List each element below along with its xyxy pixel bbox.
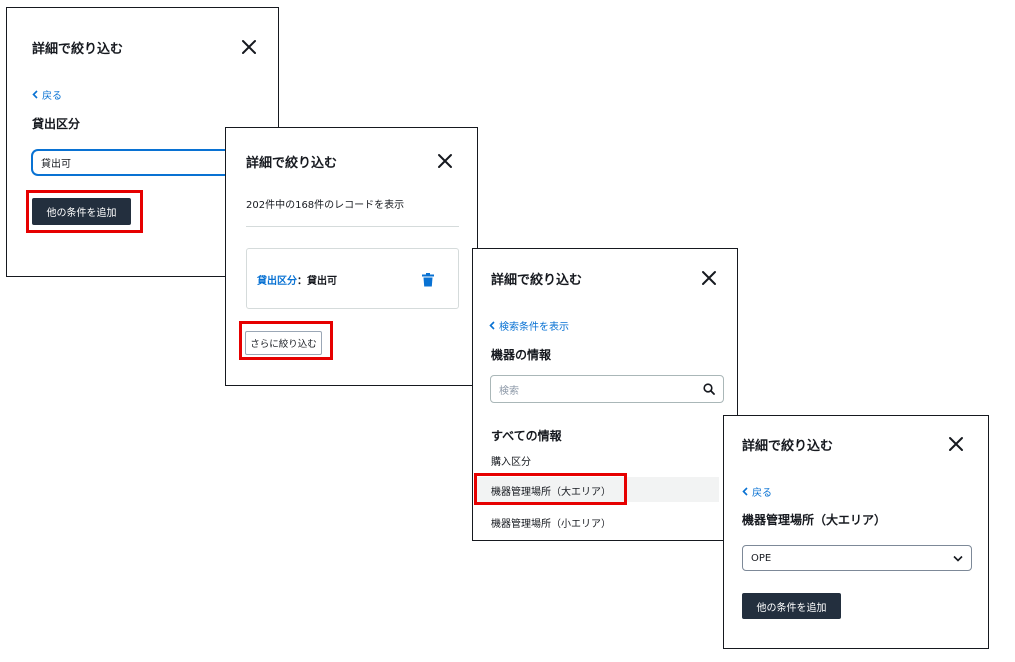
refine-further-button[interactable]: さらに絞り込む bbox=[245, 331, 322, 355]
list-item[interactable]: 機器管理場所（小エリア） bbox=[491, 515, 611, 530]
input-value: 貸出可 bbox=[41, 159, 71, 170]
panel-title: 詳細で絞り込む bbox=[742, 439, 834, 454]
list-item[interactable]: 購入区分 bbox=[491, 453, 531, 468]
back-link[interactable]: 戻る bbox=[742, 484, 772, 499]
filter-value: 貸出可 bbox=[307, 276, 337, 287]
search-input[interactable]: 検索 bbox=[490, 375, 724, 403]
add-condition-button[interactable]: 他の条件を追加 bbox=[32, 198, 131, 225]
section-label: 機器の情報 bbox=[491, 348, 552, 362]
record-count: 202件中の168件のレコードを表示 bbox=[246, 200, 405, 211]
back-label: 戻る bbox=[42, 91, 62, 102]
panel-title: 詳細で絞り込む bbox=[491, 273, 583, 288]
filter-panel-4: 詳細で絞り込む 戻る 機器管理場所（大エリア） OPE 他の条件を追加 bbox=[723, 415, 989, 649]
list-item[interactable]: 機器管理場所（大エリア） bbox=[491, 483, 611, 498]
all-info-label: すべての情報 bbox=[491, 429, 562, 443]
chevron-down-icon bbox=[953, 555, 963, 562]
filter-separator: ： bbox=[297, 276, 307, 287]
chevron-left-icon bbox=[32, 90, 38, 99]
filter-panel-3: 詳細で絞り込む 検索条件を表示 機器の情報 検索 すべての情報 購入区分 機器管… bbox=[472, 248, 738, 541]
field-label: 機器管理場所（大エリア） bbox=[742, 513, 887, 527]
chevron-left-icon bbox=[742, 487, 748, 496]
back-label: 検索条件を表示 bbox=[499, 322, 569, 333]
filter-key-link[interactable]: 貸出区分 bbox=[257, 276, 297, 287]
close-icon[interactable] bbox=[437, 153, 453, 169]
back-link[interactable]: 戻る bbox=[32, 87, 62, 102]
search-placeholder: 検索 bbox=[499, 385, 519, 397]
panel-title: 詳細で絞り込む bbox=[246, 156, 338, 171]
back-label: 戻る bbox=[752, 488, 772, 499]
select-value: OPE bbox=[751, 552, 772, 564]
filter-chip-card: 貸出区分：貸出可 bbox=[246, 248, 459, 309]
area-select[interactable]: OPE bbox=[742, 545, 972, 571]
field-label: 貸出区分 bbox=[32, 117, 81, 131]
search-icon bbox=[703, 383, 715, 395]
add-condition-button[interactable]: 他の条件を追加 bbox=[742, 593, 841, 619]
filter-summary: 貸出区分：貸出可 bbox=[257, 272, 337, 287]
back-to-conditions-link[interactable]: 検索条件を表示 bbox=[489, 318, 569, 333]
chevron-left-icon bbox=[489, 321, 495, 330]
panel-title: 詳細で絞り込む bbox=[32, 42, 124, 57]
filter-panel-2: 詳細で絞り込む 202件中の168件のレコードを表示 貸出区分：貸出可 さらに絞… bbox=[225, 127, 478, 386]
trash-icon[interactable] bbox=[422, 272, 434, 287]
divider bbox=[246, 226, 459, 227]
close-icon[interactable] bbox=[241, 39, 257, 55]
close-icon[interactable] bbox=[948, 436, 964, 452]
close-icon[interactable] bbox=[701, 270, 717, 286]
